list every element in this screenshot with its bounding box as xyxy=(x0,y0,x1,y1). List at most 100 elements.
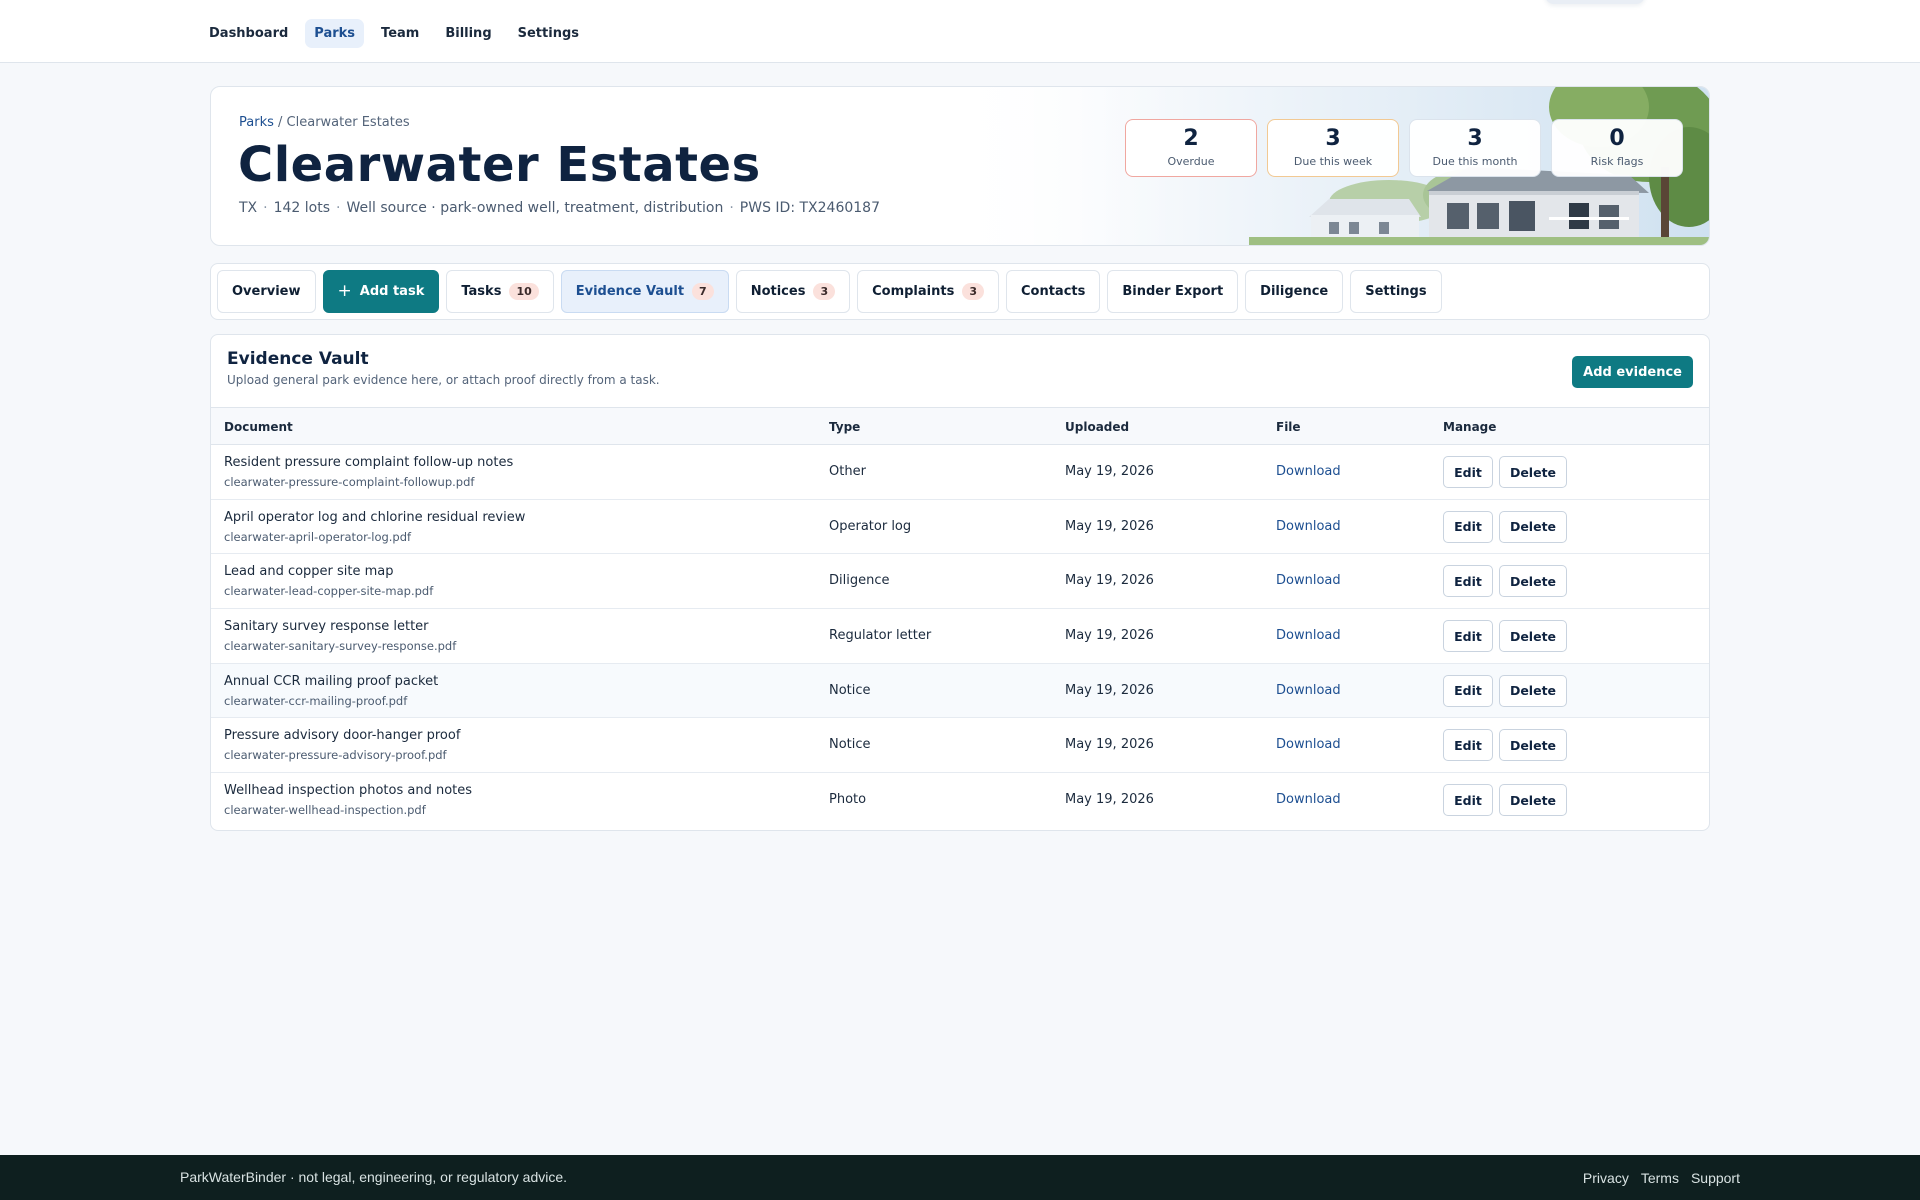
download-link[interactable]: Download xyxy=(1276,737,1341,752)
tab-label: Notices xyxy=(750,284,806,299)
edit-button[interactable]: Edit xyxy=(1443,565,1493,598)
document-uploaded: May 19, 2026 xyxy=(1065,682,1154,698)
document-type: Photo xyxy=(829,792,867,808)
count-badge: 7 xyxy=(692,283,714,300)
tab-tasks[interactable]: Tasks 10 xyxy=(446,270,554,313)
stat-due-this-month[interactable]: 3 Due this month xyxy=(1409,119,1541,177)
stat-value: 3 xyxy=(1325,126,1341,151)
column-header-manage[interactable]: Manage xyxy=(1443,420,1496,434)
delete-button[interactable]: Delete xyxy=(1499,456,1567,488)
column-header-file[interactable]: File xyxy=(1276,420,1301,434)
tab-notices[interactable]: Notices 3 xyxy=(735,270,851,313)
footer-link-terms[interactable]: Terms xyxy=(1641,1170,1679,1186)
download-link[interactable]: Download xyxy=(1276,628,1341,643)
edit-button[interactable]: Edit xyxy=(1443,674,1493,707)
document-name: Pressure advisory door-hanger proof xyxy=(224,728,461,744)
stat-risk-flags[interactable]: 0 Risk flags xyxy=(1551,119,1683,177)
tab-label: Add task xyxy=(359,284,425,299)
document-uploaded: May 19, 2026 xyxy=(1065,792,1154,808)
nav-billing[interactable]: Billing xyxy=(436,19,500,48)
download-link[interactable]: Download xyxy=(1276,792,1341,807)
delete-button[interactable]: Delete xyxy=(1499,565,1567,598)
meta-separator: · xyxy=(263,200,268,216)
park-state: TX xyxy=(239,200,258,216)
tab-evidence-vault[interactable]: Evidence Vault 7 xyxy=(560,270,729,313)
delete-button[interactable]: Delete xyxy=(1499,620,1567,653)
table-row: Lead and copper site map clearwater-lead… xyxy=(211,554,1709,610)
meta-separator: · xyxy=(336,200,341,216)
tab-overview[interactable]: Overview xyxy=(217,270,316,313)
tab-settings[interactable]: Settings xyxy=(1350,270,1442,313)
park-tabs: Overview + Add task Tasks 10 Evidence Va… xyxy=(217,270,1442,313)
column-header-uploaded[interactable]: Uploaded xyxy=(1065,420,1129,434)
delete-button[interactable]: Delete xyxy=(1499,784,1567,817)
plus-icon: + xyxy=(337,281,352,301)
stat-value: 2 xyxy=(1183,126,1199,151)
nav-settings[interactable]: Settings xyxy=(509,19,588,48)
footer-link-privacy[interactable]: Privacy xyxy=(1583,1170,1629,1186)
document-name: April operator log and chlorine residual… xyxy=(224,509,526,525)
delete-button[interactable]: Delete xyxy=(1499,674,1567,707)
table-row: Sanitary survey response letter clearwat… xyxy=(211,609,1709,664)
evidence-vault-panel: Evidence Vault Upload general park evide… xyxy=(210,334,1710,831)
tab-binder-export[interactable]: Binder Export xyxy=(1107,270,1239,313)
add-evidence-button[interactable]: Add evidence xyxy=(1572,356,1693,388)
edit-button[interactable]: Edit xyxy=(1443,729,1493,762)
stat-overdue[interactable]: 2 Overdue xyxy=(1125,119,1257,177)
tab-label: Settings xyxy=(1365,284,1427,299)
delete-button[interactable]: Delete xyxy=(1499,729,1567,762)
count-badge: 10 xyxy=(509,283,539,300)
delete-button[interactable]: Delete xyxy=(1499,510,1567,543)
nav-items: Dashboard Parks Team Billing Settings xyxy=(200,19,588,48)
top-nav: Dashboard Parks Team Billing Settings xyxy=(0,0,1920,63)
download-link[interactable]: Download xyxy=(1276,464,1341,479)
tab-contacts[interactable]: Contacts xyxy=(1005,270,1101,313)
park-source: Well source · park-owned well, treatment… xyxy=(346,200,724,216)
account-menu[interactable] xyxy=(1545,0,1645,4)
page-title: Clearwater Estates xyxy=(238,137,761,193)
park-pws-id: PWS ID: TX2460187 xyxy=(739,200,880,216)
document-name: Wellhead inspection photos and notes xyxy=(224,783,473,799)
nav-dashboard[interactable]: Dashboard xyxy=(200,19,297,48)
document-type: Notice xyxy=(829,682,871,698)
footer-link-support[interactable]: Support xyxy=(1691,1170,1740,1186)
download-link[interactable]: Download xyxy=(1276,683,1341,698)
tab-complaints[interactable]: Complaints 3 xyxy=(857,270,999,313)
document-filename: clearwater-ccr-mailing-proof.pdf xyxy=(224,693,408,708)
stat-due-this-week[interactable]: 3 Due this week xyxy=(1267,119,1399,177)
edit-button[interactable]: Edit xyxy=(1443,456,1493,488)
table-row: Resident pressure complaint follow-up no… xyxy=(211,445,1709,500)
nav-parks[interactable]: Parks xyxy=(305,19,365,48)
nav-team[interactable]: Team xyxy=(372,19,428,48)
evidence-table: Document Type Uploaded File Manage Resid… xyxy=(211,407,1709,828)
tab-label: Overview xyxy=(232,284,301,299)
breadcrumb-separator: / xyxy=(278,115,283,130)
footer: ParkWaterBinder · not legal, engineering… xyxy=(0,1155,1920,1200)
document-name: Sanitary survey response letter xyxy=(224,619,429,635)
table-row: Wellhead inspection photos and notes cle… xyxy=(211,773,1709,828)
tab-diligence[interactable]: Diligence xyxy=(1245,270,1344,313)
footer-links: Privacy Terms Support xyxy=(1583,1170,1740,1186)
document-name: Resident pressure complaint follow-up no… xyxy=(224,455,514,470)
panel-title: Evidence Vault xyxy=(227,349,369,369)
download-link[interactable]: Download xyxy=(1276,519,1341,534)
document-uploaded: May 19, 2026 xyxy=(1065,737,1154,753)
park-tabs-bar: Overview + Add task Tasks 10 Evidence Va… xyxy=(210,263,1710,320)
download-link[interactable]: Download xyxy=(1276,573,1341,588)
edit-button[interactable]: Edit xyxy=(1443,510,1493,543)
breadcrumb: Parks / Clearwater Estates xyxy=(239,115,410,130)
add-task-button[interactable]: + Add task xyxy=(322,270,440,313)
edit-button[interactable]: Edit xyxy=(1443,620,1493,653)
tab-label: Binder Export xyxy=(1122,284,1224,299)
edit-button[interactable]: Edit xyxy=(1443,784,1493,817)
document-uploaded: May 19, 2026 xyxy=(1065,464,1154,479)
document-filename: clearwater-lead-copper-site-map.pdf xyxy=(224,584,434,599)
column-header-type[interactable]: Type xyxy=(829,420,860,434)
table-header: Document Type Uploaded File Manage xyxy=(211,408,1709,445)
document-filename: clearwater-wellhead-inspection.pdf xyxy=(224,803,426,818)
breadcrumb-parks-link[interactable]: Parks xyxy=(239,115,274,130)
tab-label: Diligence xyxy=(1260,284,1329,299)
tab-label: Evidence Vault xyxy=(575,284,685,299)
document-uploaded: May 19, 2026 xyxy=(1065,573,1154,589)
column-header-document[interactable]: Document xyxy=(224,420,293,434)
